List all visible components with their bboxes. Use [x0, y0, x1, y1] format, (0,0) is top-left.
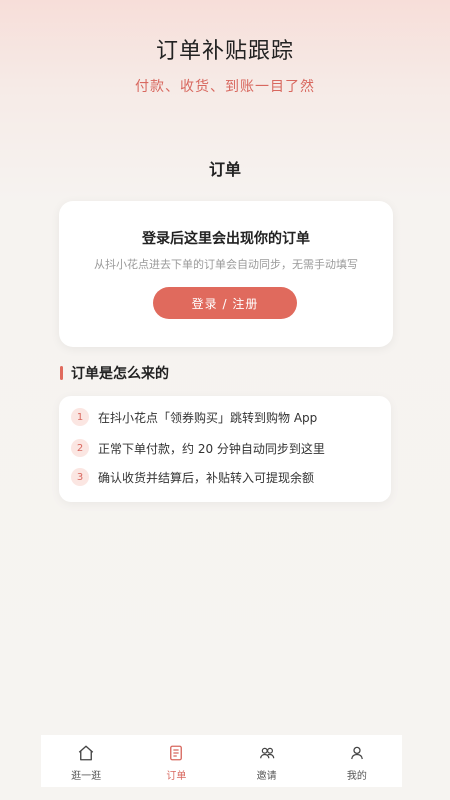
page-title: 订单补贴跟踪	[155, 39, 294, 64]
login-card-title: 登录后这里会出现你的订单	[142, 231, 310, 247]
tab-label: 订单	[166, 771, 187, 782]
step-text: 在抖小花点「领券购买」跳转到购物 App	[98, 410, 318, 425]
home-icon	[78, 745, 94, 761]
page-subtitle: 付款、收货、到账一目了然	[135, 79, 315, 95]
login-register-button[interactable]: 登录 / 注册	[153, 287, 297, 319]
login-card-description: 从抖小花点进去下单的订单会自动同步，无需手动填写	[94, 258, 358, 271]
how-section-title: 订单是怎么来的	[71, 366, 169, 382]
how-section-heading: 订单是怎么来的	[60, 365, 169, 382]
step-number-badge: 1	[71, 408, 89, 426]
step-item: 1 在抖小花点「领券购买」跳转到购物 App	[71, 408, 317, 426]
step-number-badge: 3	[71, 468, 89, 486]
tab-label: 逛一逛	[71, 771, 102, 782]
step-number-badge: 2	[71, 439, 89, 457]
step-text: 确认收货并结算后，补贴转入可提现余额	[98, 470, 315, 485]
bottom-tab-bar: 逛一逛 订单 邀请 我的	[41, 735, 402, 787]
tab-label: 邀请	[256, 771, 277, 782]
steps-card: 1 在抖小花点「领券购买」跳转到购物 App 2 正常下单付款，约 20 分钟自…	[59, 396, 391, 502]
tab-orders[interactable]: 订单	[131, 735, 221, 787]
invite-icon	[259, 747, 274, 759]
step-text: 正常下单付款，约 20 分钟自动同步到这里	[98, 441, 325, 456]
tab-home[interactable]: 逛一逛	[41, 735, 131, 787]
heading-accent-bar	[60, 366, 63, 380]
profile-icon	[350, 746, 363, 760]
login-card: 登录后这里会出现你的订单 从抖小花点进去下单的订单会自动同步，无需手动填写 登录…	[59, 201, 393, 347]
tab-profile[interactable]: 我的	[312, 735, 402, 787]
order-icon	[170, 745, 183, 761]
tab-label: 我的	[346, 771, 367, 782]
step-item: 2 正常下单付款，约 20 分钟自动同步到这里	[71, 439, 325, 457]
section-title: 订单	[208, 160, 241, 179]
tab-invite[interactable]: 邀请	[222, 735, 312, 787]
step-item: 3 确认收货并结算后，补贴转入可提现余额	[71, 468, 314, 486]
